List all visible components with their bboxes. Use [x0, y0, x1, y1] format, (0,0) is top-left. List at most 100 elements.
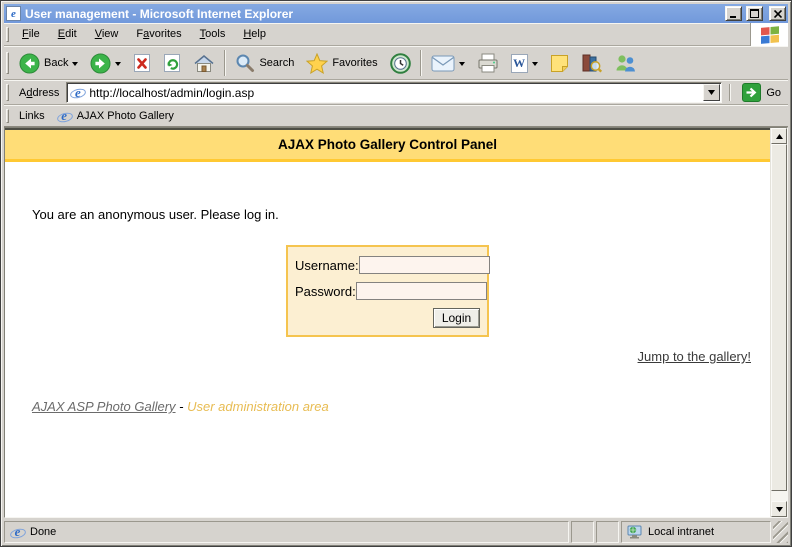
menu-edit[interactable]: Edit	[49, 24, 86, 45]
address-separator	[729, 84, 731, 101]
forward-dropdown-icon[interactable]	[115, 62, 121, 69]
intro-text: You are an anonymous user. Please log in…	[32, 207, 770, 222]
standard-toolbar: Back	[4, 46, 788, 80]
stop-button[interactable]	[127, 48, 157, 78]
browser-viewport: AJAX Photo Gallery Control Panel You are…	[4, 127, 788, 518]
back-label: Back	[44, 57, 68, 69]
resize-grip[interactable]	[773, 521, 788, 543]
status-spacer-panel	[571, 521, 594, 543]
favorites-star-icon	[306, 53, 328, 74]
status-panel: e Done	[4, 521, 569, 543]
login-button-row: Login	[295, 308, 480, 328]
book-magnifier-icon	[581, 53, 602, 73]
status-page-icon: e	[10, 525, 25, 540]
back-button[interactable]: Back	[13, 48, 84, 78]
footer-gallery-link[interactable]: AJAX ASP Photo Gallery	[32, 399, 176, 414]
page-footer: AJAX ASP Photo Gallery - User administra…	[32, 399, 770, 414]
menu-bar: File Edit View Favorites Tools Help	[4, 23, 788, 46]
stop-icon	[133, 53, 151, 73]
back-dropdown-icon[interactable]	[72, 62, 78, 69]
sticky-note-icon	[550, 54, 569, 73]
mail-dropdown-icon[interactable]	[459, 62, 465, 69]
discuss-button[interactable]	[544, 48, 575, 78]
page-title: AJAX Photo Gallery Control Panel	[278, 137, 497, 152]
links-grip[interactable]	[6, 109, 9, 123]
forward-button[interactable]	[84, 48, 127, 78]
minimize-button[interactable]	[725, 6, 742, 21]
username-label: Username:	[295, 258, 359, 273]
edit-dropdown-icon[interactable]	[532, 62, 538, 69]
favorites-button[interactable]: Favorites	[300, 48, 383, 78]
refresh-button[interactable]	[157, 48, 187, 78]
login-button[interactable]: Login	[433, 308, 480, 328]
refresh-icon	[163, 53, 181, 73]
password-row: Password:	[295, 282, 480, 300]
scroll-down-icon	[776, 507, 783, 512]
messenger-button[interactable]	[608, 48, 643, 78]
scroll-up-icon	[776, 134, 783, 139]
address-input[interactable]	[89, 85, 699, 101]
history-clock-icon	[390, 53, 411, 74]
username-row: Username:	[295, 256, 480, 274]
local-intranet-icon	[627, 525, 643, 539]
scroll-up-button[interactable]	[771, 128, 787, 144]
messenger-people-icon	[614, 53, 637, 73]
menu-view[interactable]: View	[86, 24, 128, 45]
menu-file[interactable]: File	[13, 24, 49, 45]
edit-with-word-button[interactable]: W	[505, 48, 544, 78]
link-ie-icon: e	[57, 109, 72, 124]
maximize-icon	[750, 9, 759, 18]
password-label: Password:	[295, 284, 356, 299]
toolbar-grip[interactable]	[6, 52, 9, 74]
research-button[interactable]	[575, 48, 608, 78]
toolbar-separator	[420, 50, 422, 76]
page-banner: AJAX Photo Gallery Control Panel	[5, 128, 770, 162]
status-text: Done	[30, 526, 56, 538]
username-field[interactable]	[359, 256, 490, 274]
close-button[interactable]	[769, 6, 786, 21]
toolbar-separator	[224, 50, 226, 76]
footer-subtitle: User administration area	[187, 399, 329, 414]
page-ie-icon: e	[70, 85, 85, 100]
web-page: AJAX Photo Gallery Control Panel You are…	[5, 128, 770, 517]
status-spacer-panel	[596, 521, 619, 543]
link-label: AJAX Photo Gallery	[77, 110, 174, 122]
address-bar: Address e Go	[4, 80, 788, 105]
login-form: Username: Password: Login	[286, 245, 489, 337]
scrollbar-thumb[interactable]	[771, 144, 787, 491]
status-bar: e Done Local intranet	[4, 521, 788, 543]
windows-flag-icon	[750, 23, 788, 46]
home-icon	[193, 53, 215, 73]
menu-grip[interactable]	[6, 27, 9, 42]
menu-tools[interactable]: Tools	[191, 24, 235, 45]
security-zone-panel: Local intranet	[621, 521, 771, 543]
menu-favorites[interactable]: Favorites	[127, 24, 190, 45]
scroll-down-button[interactable]	[771, 501, 787, 517]
zone-text: Local intranet	[648, 526, 714, 538]
window-title: User management - Microsoft Internet Exp…	[25, 7, 721, 21]
title-bar[interactable]: e User management - Microsoft Internet E…	[4, 4, 788, 23]
home-button[interactable]	[187, 48, 221, 78]
vertical-scrollbar[interactable]	[770, 128, 787, 517]
jump-to-gallery-link[interactable]: Jump to the gallery!	[638, 349, 751, 364]
minimize-icon	[730, 9, 738, 18]
ie-app-icon: e	[6, 6, 21, 21]
favorites-label: Favorites	[332, 57, 377, 69]
address-dropdown-button[interactable]	[703, 84, 720, 101]
chevron-down-icon	[708, 90, 715, 95]
go-arrow-icon	[742, 83, 761, 102]
menu-help[interactable]: Help	[234, 24, 275, 45]
address-label: Address	[17, 87, 62, 99]
links-label: Links	[19, 110, 47, 122]
mail-button[interactable]	[425, 48, 471, 78]
search-button[interactable]: Search	[229, 48, 300, 78]
print-button[interactable]	[471, 48, 505, 78]
history-button[interactable]	[384, 48, 417, 78]
address-grip[interactable]	[6, 84, 9, 100]
search-icon	[235, 53, 255, 73]
go-button[interactable]: Go	[738, 81, 785, 104]
jump-link-row: Jump to the gallery!	[5, 349, 751, 364]
maximize-button[interactable]	[746, 6, 763, 21]
password-field[interactable]	[356, 282, 487, 300]
links-item-ajax-photo-gallery[interactable]: e AJAX Photo Gallery	[53, 106, 178, 126]
